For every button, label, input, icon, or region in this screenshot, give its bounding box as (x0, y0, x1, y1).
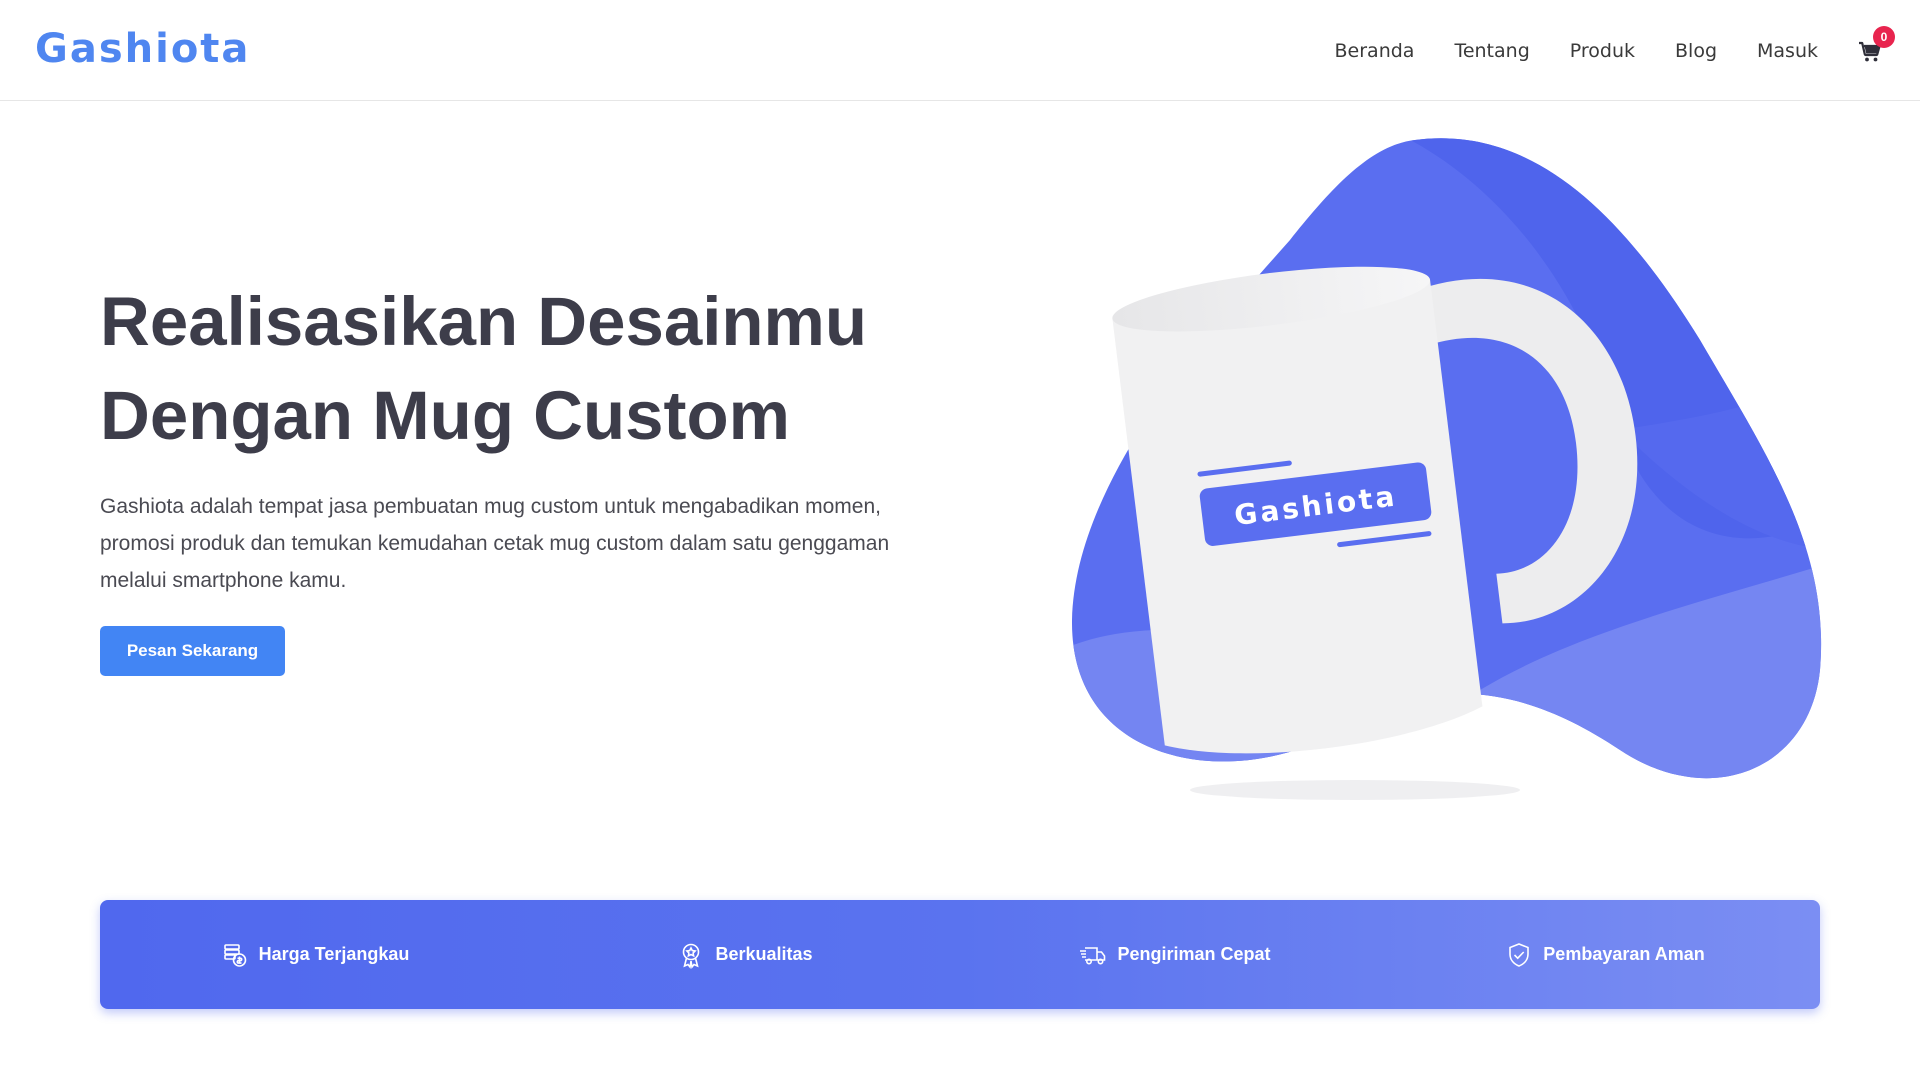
nav-item-produk[interactable]: Produk (1570, 40, 1635, 62)
coins-icon (221, 941, 249, 969)
feature-label: Harga Terjangkau (258, 944, 410, 964)
feature-fast-delivery: Pengiriman Cepat (960, 941, 1390, 969)
feature-label: Berkualitas (715, 944, 813, 964)
feature-label: Pengiriman Cepat (1117, 944, 1271, 964)
mug-illustration: Gashiota (1071, 138, 1822, 800)
nav-item-tentang[interactable]: Tentang (1454, 40, 1529, 62)
main-nav: Beranda Tentang Produk Blog Masuk 0 (1335, 0, 1920, 101)
hero-title-line-2: Dengan Mug Custom (100, 377, 790, 454)
feature-affordable-price: Harga Terjangkau (100, 941, 530, 969)
nav-item-masuk[interactable]: Masuk (1757, 40, 1818, 62)
logo[interactable]: Gashiota (35, 26, 250, 72)
feature-quality: Berkualitas (530, 941, 960, 969)
shield-check-icon (1505, 941, 1533, 969)
hero-title-line-1: Realisasikan Desainmu (100, 283, 868, 360)
cart-count-badge: 0 (1873, 25, 1895, 48)
hero-description: Gashiota adalah tempat jasa pembuatan mu… (100, 495, 890, 592)
feature-secure-payment: Pembayaran Aman (1390, 941, 1820, 969)
nav-item-beranda[interactable]: Beranda (1335, 40, 1415, 62)
nav-item-blog[interactable]: Blog (1675, 40, 1717, 62)
site-header: Gashiota Beranda Tentang Produk Blog Mas… (0, 0, 1920, 101)
hero-title: Realisasikan Desainmu Dengan Mug Custom (100, 275, 1000, 463)
order-now-button[interactable]: Pesan Sekarang (100, 626, 285, 676)
features-bar: Harga Terjangkau Berkualitas Pengiriman … (100, 900, 1820, 1009)
delivery-truck-icon (1079, 941, 1107, 969)
mug-shadow (1190, 780, 1520, 800)
award-badge-icon (677, 941, 705, 969)
cart-button[interactable]: 0 (1858, 25, 1895, 64)
feature-label: Pembayaran Aman (1543, 944, 1705, 964)
